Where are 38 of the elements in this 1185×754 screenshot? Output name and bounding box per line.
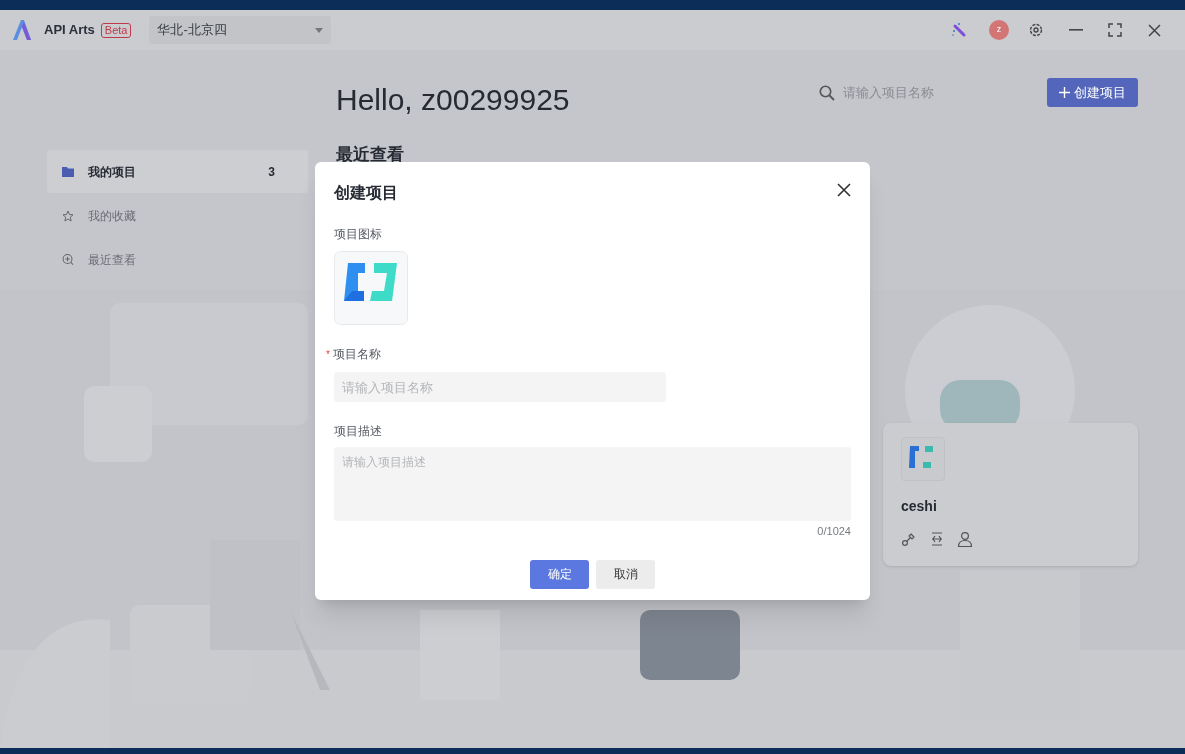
char-counter: 0/1024 — [817, 524, 851, 539]
textarea-field[interactable]: 请输入项目描述 — [334, 447, 851, 521]
cancel-button[interactable]: 取消 — [596, 559, 655, 589]
logo-icon — [10, 18, 34, 42]
user-icon[interactable] — [957, 531, 973, 547]
fullscreen-icon[interactable] — [1108, 23, 1122, 37]
dialog-title: 创建项目 — [334, 183, 398, 203]
project-card[interactable]: ceshi — [883, 423, 1138, 566]
field-label: 项目名称 — [332, 346, 381, 363]
field-label: 项目描述 — [334, 423, 383, 440]
project-logo-icon[interactable] — [334, 251, 408, 325]
folder-icon — [62, 166, 74, 177]
settings-icon[interactable] — [1029, 23, 1043, 37]
beta-badge: Beta — [100, 22, 132, 38]
magic-wand-icon[interactable] — [951, 22, 967, 38]
close-icon[interactable] — [837, 183, 851, 197]
project-logo-icon — [901, 437, 945, 481]
project-name: ceshi — [901, 497, 938, 516]
greeting: Hello, z00299925 — [336, 82, 570, 118]
recent-icon — [62, 253, 74, 266]
field-label: 项目图标 — [334, 226, 383, 243]
caret-icon — [315, 27, 324, 33]
required-mark: * — [326, 347, 330, 362]
sidebar-item[interactable]: 我的收藏 — [47, 194, 308, 237]
star-icon — [62, 209, 74, 222]
search-icon — [819, 85, 835, 101]
section-heading: 最近查看 — [336, 144, 405, 166]
close-icon[interactable] — [1148, 23, 1161, 37]
confirm-button[interactable]: 确定 — [530, 559, 589, 589]
app-name: API Arts — [44, 21, 95, 40]
region-select[interactable]: 华北-北京四 — [149, 16, 332, 44]
sidebar-item[interactable]: 最近查看 — [47, 238, 308, 281]
input-field[interactable]: 请输入项目名称 — [334, 372, 666, 402]
create-project-button[interactable]: 创建项目 — [1047, 78, 1138, 107]
sidebar-item[interactable]: 我的项目 3 — [47, 150, 308, 193]
plug-icon[interactable] — [901, 531, 917, 547]
plus-icon — [1059, 87, 1070, 98]
user-avatar[interactable]: z — [989, 20, 1009, 40]
